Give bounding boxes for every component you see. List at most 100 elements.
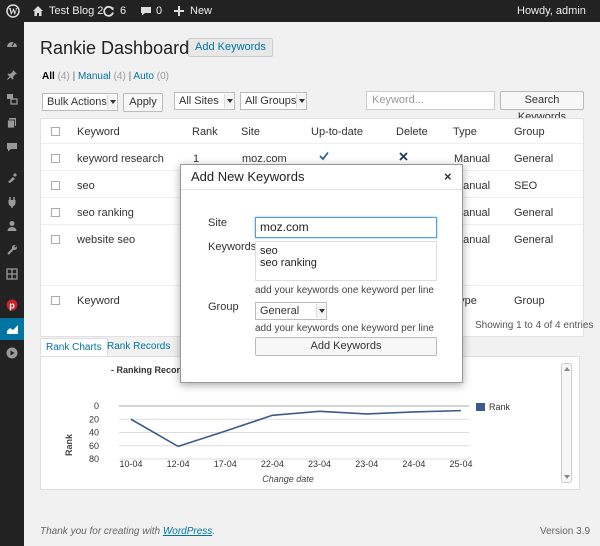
page-title: Rankie Dashboard xyxy=(40,38,190,58)
comments-menu-icon[interactable] xyxy=(0,136,24,158)
admin-side-menu: p xyxy=(0,22,24,546)
group-cell: SEO xyxy=(514,180,538,192)
users-icon[interactable] xyxy=(0,215,24,237)
filter-manual-count: (4) xyxy=(113,71,126,82)
updates-count[interactable]: 6 xyxy=(120,0,126,22)
admin-bar: W Test Blog 2 6 0 New Howdy, admin xyxy=(0,0,600,22)
filter-separator: | xyxy=(72,71,76,82)
x-axis-label: Change date xyxy=(262,474,314,484)
footer-header-group[interactable]: Group xyxy=(514,295,545,307)
modal-header-divider xyxy=(181,189,462,190)
pages-icon[interactable] xyxy=(0,112,24,134)
group-cell: General xyxy=(514,207,554,219)
chevron-down-icon xyxy=(107,95,116,109)
keywords-hint: add your keywords one keyword per line xyxy=(255,285,434,296)
column-header-site[interactable]: Site xyxy=(241,126,260,138)
column-header-rank[interactable]: Rank xyxy=(192,126,218,138)
legend-label: Rank xyxy=(489,402,511,412)
x-tick-label: 25-04 xyxy=(449,459,472,469)
all-sites-select[interactable]: All Sites xyxy=(174,92,235,110)
comments-icon[interactable] xyxy=(140,0,152,22)
type-filter-links: All (4) | Manual (4) | Auto (0) xyxy=(42,71,169,82)
wordpress-logo-icon[interactable]: W xyxy=(6,0,20,22)
site-name-link[interactable]: Test Blog 2 xyxy=(49,0,103,22)
select-all-checkbox-footer[interactable] xyxy=(51,296,60,305)
group-select[interactable]: General xyxy=(255,302,327,320)
column-header-type[interactable]: Type xyxy=(453,126,477,138)
keyword-cell[interactable]: keyword research xyxy=(77,153,164,165)
tab-rank-charts[interactable]: Rank Charts xyxy=(40,338,108,356)
keyword-cell[interactable]: seo xyxy=(77,180,95,192)
footer-thanks-suffix: . xyxy=(212,526,216,537)
chevron-down-icon xyxy=(296,94,305,108)
pin-icon[interactable] xyxy=(0,64,24,86)
column-header-keyword[interactable]: Keyword xyxy=(77,126,120,138)
footer-thanks-prefix: Thank you for creating with xyxy=(40,526,163,537)
howdy-user-link[interactable]: Howdy, admin xyxy=(517,0,586,22)
footer-header-keyword[interactable]: Keyword xyxy=(77,295,120,307)
group-label: Group xyxy=(208,301,239,313)
chart-scrollbar[interactable] xyxy=(561,363,572,483)
settings-icon[interactable] xyxy=(0,263,24,285)
row-checkbox[interactable] xyxy=(51,208,60,217)
filter-all-count: (4) xyxy=(57,71,70,82)
chevron-down-icon xyxy=(316,304,325,318)
site-field[interactable]: moz.com xyxy=(255,217,437,238)
media-icon[interactable] xyxy=(0,88,24,110)
scroll-down-icon[interactable] xyxy=(564,475,570,480)
column-header-up-to-date[interactable]: Up-to-date xyxy=(311,126,363,138)
appearance-icon[interactable] xyxy=(0,167,24,189)
add-keywords-modal: Add New Keywords × Site moz.com Keywords… xyxy=(180,164,463,383)
add-keywords-button[interactable]: Add Keywords xyxy=(188,38,273,57)
delete-x-icon[interactable] xyxy=(399,152,408,164)
keywords-textarea[interactable]: seo seo ranking xyxy=(255,241,437,281)
keyword-search-input[interactable]: Keyword... xyxy=(366,91,495,110)
home-icon[interactable] xyxy=(32,0,44,22)
site-label: Site xyxy=(208,217,227,229)
updates-icon[interactable] xyxy=(102,0,115,22)
rank-series-line xyxy=(130,409,462,448)
bulk-actions-select[interactable]: Bulk Actions xyxy=(42,93,118,111)
plugins-icon[interactable] xyxy=(0,191,24,213)
add-keywords-submit-button[interactable]: Add Keywords xyxy=(255,337,437,356)
rankie-chart-icon[interactable] xyxy=(0,318,24,340)
column-header-group[interactable]: Group xyxy=(514,126,545,138)
y-tick-label: 80 xyxy=(89,454,99,464)
group-hint: add your keywords one keyword per line xyxy=(255,323,434,334)
all-groups-select[interactable]: All Groups xyxy=(240,92,307,110)
keywords-label: Keywords xyxy=(208,241,257,253)
filter-manual-link[interactable]: Manual xyxy=(78,71,111,82)
footer-version: Version 3.9 xyxy=(540,526,591,537)
scroll-up-icon[interactable] xyxy=(564,366,570,371)
footer-thanks: Thank you for creating with WordPress. xyxy=(40,526,215,537)
svg-text:W: W xyxy=(9,7,18,17)
x-tick-label: 23-04 xyxy=(355,459,378,469)
chevron-down-icon xyxy=(224,94,233,108)
tab-rank-records[interactable]: Rank Records xyxy=(102,338,175,356)
plus-icon[interactable] xyxy=(174,0,184,22)
column-header-delete[interactable]: Delete xyxy=(396,126,428,138)
dashboard-icon[interactable] xyxy=(0,33,24,55)
select-all-checkbox[interactable] xyxy=(51,127,60,136)
filter-all-link[interactable]: All xyxy=(42,71,55,82)
new-content-link[interactable]: New xyxy=(190,0,212,22)
pinterest-icon[interactable]: p xyxy=(0,294,24,316)
filter-separator: | xyxy=(128,71,132,82)
wordpress-link[interactable]: WordPress xyxy=(163,526,212,537)
checkmark-icon xyxy=(319,151,329,164)
group-select-value: General xyxy=(260,305,300,317)
keyword-cell[interactable]: website seo xyxy=(77,234,135,246)
close-icon[interactable]: × xyxy=(444,169,452,184)
search-keywords-button[interactable]: Search Keywords xyxy=(500,91,584,123)
comments-count[interactable]: 0 xyxy=(156,0,162,22)
filter-auto-link[interactable]: Auto xyxy=(133,71,154,82)
legend-swatch xyxy=(476,403,485,411)
play-icon[interactable] xyxy=(0,342,24,364)
apply-button[interactable]: Apply xyxy=(123,93,163,112)
keyword-cell[interactable]: seo ranking xyxy=(77,207,134,219)
header-divider xyxy=(41,143,583,144)
tools-icon[interactable] xyxy=(0,239,24,261)
row-checkbox[interactable] xyxy=(51,154,60,163)
row-checkbox[interactable] xyxy=(51,181,60,190)
row-checkbox[interactable] xyxy=(51,235,60,244)
